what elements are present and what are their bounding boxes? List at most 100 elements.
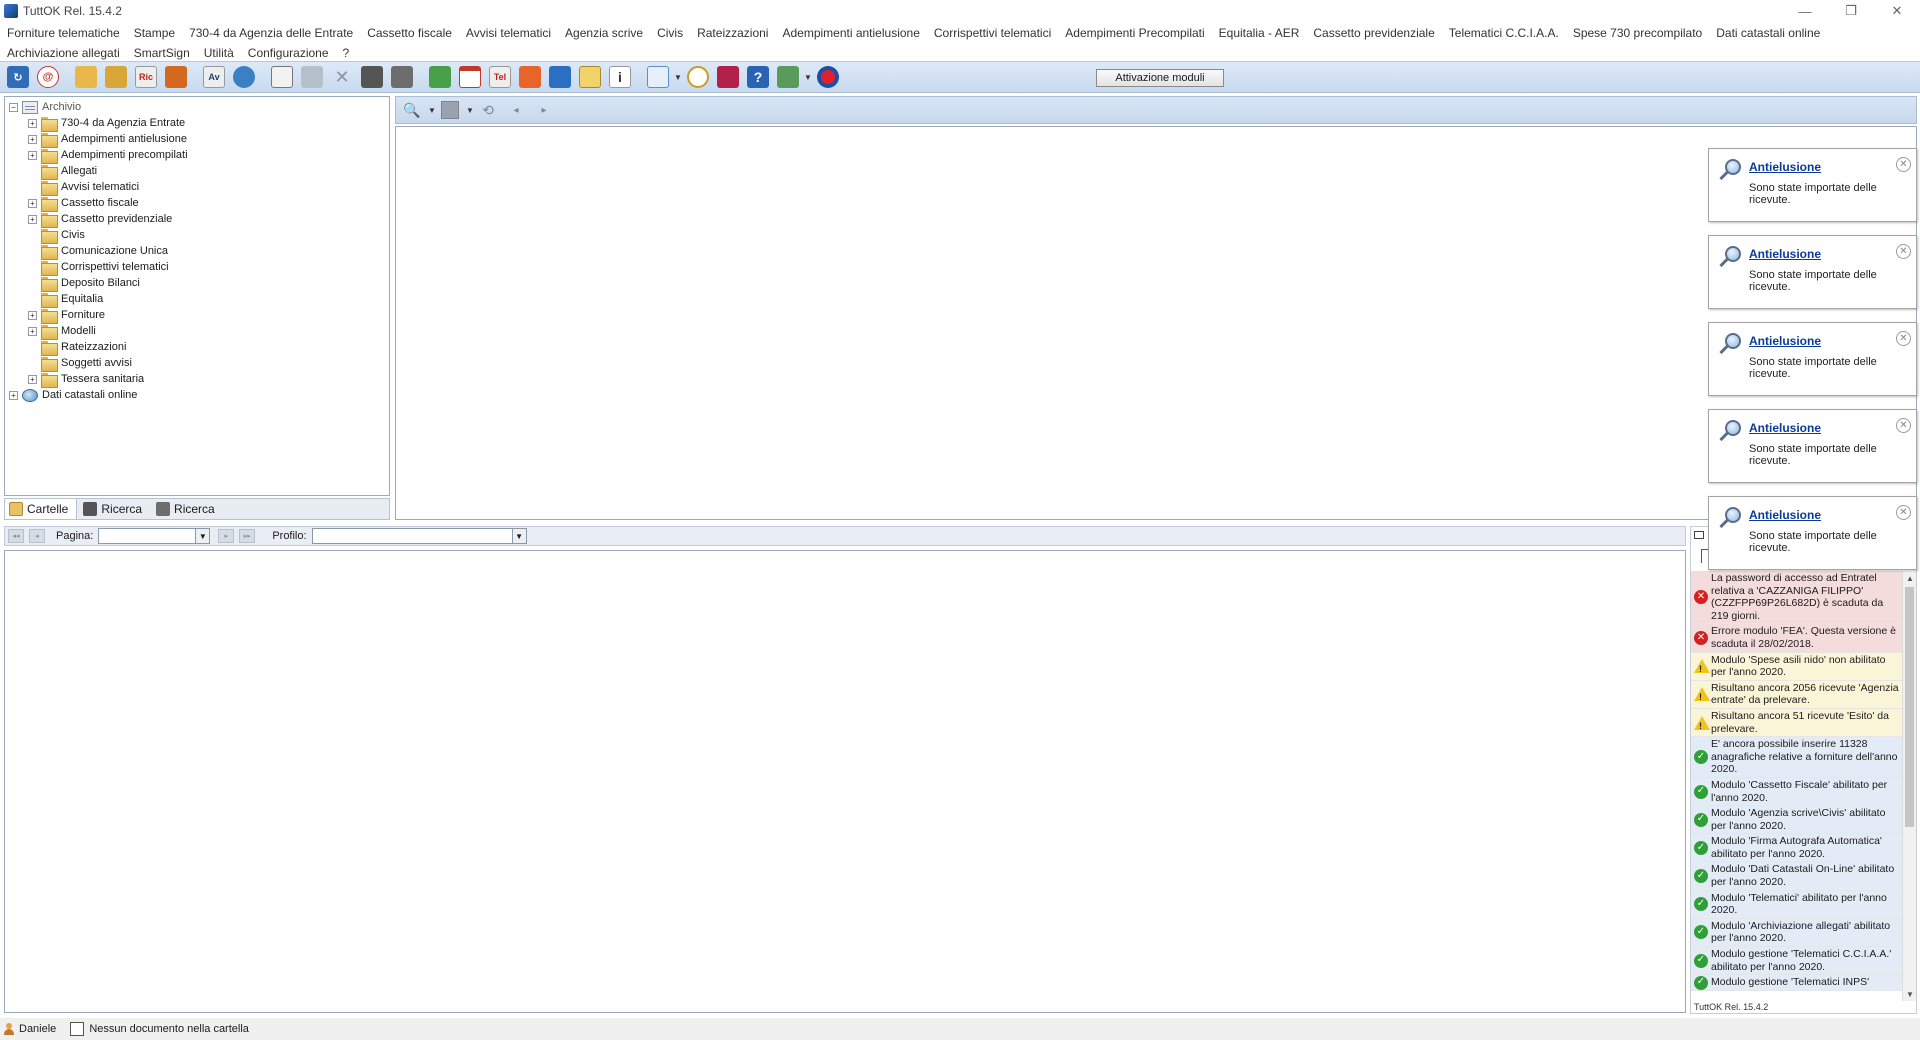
- menu-rateizzazioni[interactable]: Rateizzazioni: [697, 26, 768, 40]
- calendar-button[interactable]: [456, 63, 484, 91]
- list-item[interactable]: ✕ Errore modulo 'FEA'. Questa versione è …: [1691, 624, 1902, 653]
- notification-title-link[interactable]: Antielusione: [1749, 508, 1821, 522]
- close-icon[interactable]: ✕: [1896, 157, 1911, 172]
- menu-cassetto-fiscale[interactable]: Cassetto fiscale: [367, 26, 452, 40]
- tree-item[interactable]: Equitalia: [28, 291, 103, 308]
- scroll-up-icon[interactable]: ▲: [1903, 571, 1917, 585]
- expand-icon[interactable]: +: [9, 390, 18, 400]
- tools-button[interactable]: [774, 63, 802, 91]
- tools-dropdown-icon[interactable]: ▼: [804, 73, 814, 82]
- tree-item[interactable]: + Adempimenti precompilati: [28, 147, 188, 164]
- record-button[interactable]: [814, 63, 842, 91]
- first-page-button[interactable]: ◂: [504, 99, 528, 121]
- help-button[interactable]: ?: [744, 63, 772, 91]
- notification-toast[interactable]: Antielusione Sono state importate delle …: [1708, 496, 1917, 570]
- tree-item[interactable]: Civis: [28, 227, 85, 244]
- prev-page-button[interactable]: ◂: [29, 529, 45, 543]
- list-item[interactable]: ✓ Modulo 'Cassetto Fiscale' abilitato per…: [1691, 777, 1902, 807]
- menu-archiviazione-allegati[interactable]: Archiviazione allegati: [7, 46, 120, 60]
- activate-modules-button[interactable]: Attivazione moduli: [1096, 69, 1224, 87]
- network-button[interactable]: [546, 63, 574, 91]
- folder-sync-button[interactable]: [102, 63, 130, 91]
- tree-item[interactable]: + Adempimenti antielusione: [28, 131, 187, 148]
- page-dropdown-icon[interactable]: ▼: [674, 73, 684, 82]
- list-item[interactable]: ✓ Modulo 'Firma Autografa Automatica' abi…: [1691, 834, 1902, 863]
- list-item[interactable]: ! Risultano ancora 51 ricevute 'Esito' da…: [1691, 708, 1902, 738]
- menu-configurazione[interactable]: Configurazione: [248, 46, 329, 60]
- close-icon[interactable]: ✕: [1896, 418, 1911, 433]
- menu-spese-730[interactable]: Spese 730 precompilato: [1573, 26, 1702, 40]
- office-button[interactable]: [516, 63, 544, 91]
- telematico-button[interactable]: Tel: [486, 63, 514, 91]
- tree-item[interactable]: Soggetti avvisi: [28, 355, 132, 372]
- menu-adempimenti-antielusione[interactable]: Adempimenti antielusione: [782, 26, 919, 40]
- list-item[interactable]: ✓ Modulo 'Agenzia scrive\Civis' abilitato…: [1691, 806, 1902, 835]
- page-color-dropdown-icon[interactable]: ▼: [466, 106, 476, 115]
- tab-ricerca[interactable]: Ricerca: [79, 499, 150, 519]
- list-item[interactable]: ! Risultano ancora 2056 ricevute 'Agenzia…: [1691, 680, 1902, 709]
- notification-title-link[interactable]: Antielusione: [1749, 160, 1821, 174]
- avvisi-button[interactable]: Av: [200, 63, 228, 91]
- close-icon[interactable]: ✕: [1896, 331, 1911, 346]
- page-button[interactable]: [644, 63, 672, 91]
- notification-toast[interactable]: Antielusione Sono state importate delle …: [1708, 148, 1917, 222]
- disabled-action-button[interactable]: [298, 63, 326, 91]
- expand-icon[interactable]: +: [28, 214, 37, 224]
- book-button[interactable]: [714, 63, 742, 91]
- tree-item[interactable]: + Modelli: [28, 323, 96, 340]
- notification-title-link[interactable]: Antielusione: [1749, 334, 1821, 348]
- chevron-down-icon[interactable]: ▼: [195, 529, 210, 543]
- tree-item[interactable]: Allegati: [28, 163, 97, 180]
- list-item[interactable]: ✕ La password di accesso ad Entratel rela…: [1691, 571, 1902, 625]
- first-page-button[interactable]: ◂◂: [8, 529, 24, 543]
- menu-equitalia-aer[interactable]: Equitalia - AER: [1219, 26, 1300, 40]
- menu-forniture-telematiche[interactable]: Forniture telematiche: [7, 26, 120, 40]
- chevron-down-icon[interactable]: ▼: [511, 529, 526, 543]
- tree-root-dati-catastali[interactable]: + Dati catastali online: [9, 387, 137, 403]
- search-binoculars-button[interactable]: [358, 63, 386, 91]
- globe-sync-button[interactable]: [230, 63, 258, 91]
- list-item[interactable]: ✓ E' ancora possibile inserire 11328 anag…: [1691, 737, 1902, 778]
- close-icon[interactable]: ✕: [1896, 505, 1911, 520]
- export-button[interactable]: [426, 63, 454, 91]
- advanced-search-button[interactable]: [388, 63, 416, 91]
- list-item[interactable]: ✓ Modulo 'Archiviazione allegati' abilita…: [1691, 918, 1902, 948]
- menu-stampe[interactable]: Stampe: [134, 26, 175, 40]
- messages-scrollbar[interactable]: ▲ ▼: [1902, 571, 1916, 1001]
- tab-ricerca-avanzata[interactable]: Ricerca: [152, 499, 223, 519]
- menu-corrispettivi-telematici[interactable]: Corrispettivi telematici: [934, 26, 1051, 40]
- restore-button[interactable]: ❐: [1828, 0, 1874, 22]
- menu-smartsign[interactable]: SmartSign: [134, 46, 190, 60]
- info-button[interactable]: i: [606, 63, 634, 91]
- tab-cartelle[interactable]: Cartelle: [5, 499, 78, 519]
- collapse-icon[interactable]: −: [9, 102, 18, 112]
- restore-panel-icon[interactable]: [1694, 531, 1704, 539]
- profile-select[interactable]: ▼: [311, 528, 527, 544]
- notification-toast[interactable]: Antielusione Sono state importate delle …: [1708, 409, 1917, 483]
- page-color-button[interactable]: [438, 99, 462, 121]
- list-item[interactable]: ✓ Modulo gestione 'Telematici C.C.I.A.A.'…: [1691, 947, 1902, 976]
- tree-item[interactable]: + Cassetto previdenziale: [28, 211, 172, 228]
- menu-adempimenti-precompilati[interactable]: Adempimenti Precompilati: [1065, 26, 1204, 40]
- modules-button[interactable]: [162, 63, 190, 91]
- expand-icon[interactable]: +: [28, 150, 37, 160]
- open-folder-button[interactable]: [72, 63, 100, 91]
- tree-item[interactable]: Rateizzazioni: [28, 339, 126, 356]
- notification-title-link[interactable]: Antielusione: [1749, 247, 1821, 261]
- menu-730-4[interactable]: 730-4 da Agenzia delle Entrate: [189, 26, 353, 40]
- menu-cassetto-previdenziale[interactable]: Cassetto previdenziale: [1313, 26, 1434, 40]
- menu-civis[interactable]: Civis: [657, 26, 683, 40]
- expand-icon[interactable]: +: [28, 374, 37, 384]
- expand-icon[interactable]: +: [28, 118, 37, 128]
- print-doc-button[interactable]: [268, 63, 296, 91]
- tree-item[interactable]: Corrispettivi telematici: [28, 259, 169, 276]
- next-page-button[interactable]: ▸: [218, 529, 235, 543]
- notification-title-link[interactable]: Antielusione: [1749, 421, 1821, 435]
- scroll-down-icon[interactable]: ▼: [1903, 987, 1917, 1001]
- tree-item[interactable]: + Forniture: [28, 307, 105, 324]
- zoom-dropdown-icon[interactable]: ▼: [428, 106, 438, 115]
- ricevute-button[interactable]: Ric: [132, 63, 160, 91]
- menu-telematici-cciaa[interactable]: Telematici C.C.I.A.A.: [1449, 26, 1559, 40]
- menu-avvisi-telematici[interactable]: Avvisi telematici: [466, 26, 551, 40]
- tree-item[interactable]: Comunicazione Unica: [28, 243, 168, 260]
